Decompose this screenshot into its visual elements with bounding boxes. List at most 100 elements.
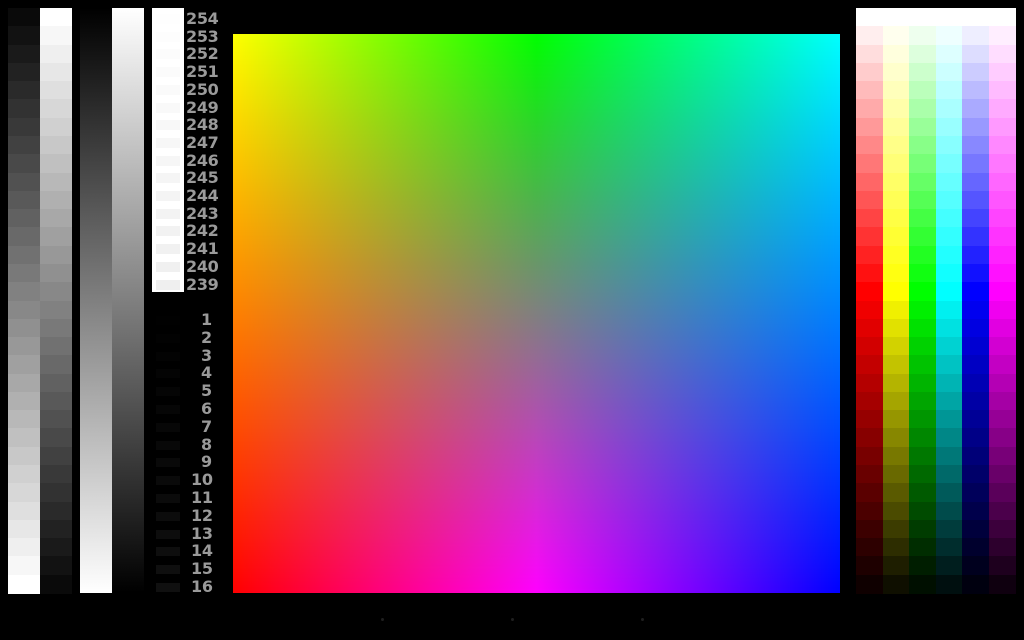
color-step <box>935 538 963 557</box>
color-step <box>962 99 989 119</box>
color-step <box>909 373 936 393</box>
gray-step <box>8 172 40 192</box>
gray-step <box>40 8 72 27</box>
color-step <box>909 26 936 46</box>
gray-step <box>40 446 72 466</box>
color-step <box>856 318 883 338</box>
color-step <box>909 519 936 539</box>
color-step <box>988 263 1016 283</box>
color-step <box>988 190 1016 210</box>
color-step <box>935 556 963 576</box>
near-black-swatch <box>156 405 180 414</box>
gray-step <box>40 44 72 64</box>
color-step <box>988 556 1016 576</box>
color-step <box>988 519 1016 539</box>
near-white-label: 244 <box>186 186 219 205</box>
color-step <box>988 574 1016 594</box>
color-gamut-gradient <box>233 34 840 593</box>
near-white-swatch <box>156 155 180 166</box>
color-step <box>882 318 910 338</box>
color-step <box>856 172 883 192</box>
gray-step <box>40 245 72 265</box>
color-step <box>962 465 989 484</box>
color-step <box>962 190 989 210</box>
color-step <box>882 227 910 247</box>
color-step <box>909 428 936 448</box>
color-step <box>856 44 883 64</box>
indicator-dot <box>381 618 384 621</box>
color-step <box>962 282 989 301</box>
color-step <box>909 501 936 521</box>
gray-step <box>8 355 40 375</box>
color-step <box>856 538 883 557</box>
gray-step <box>8 556 40 576</box>
color-step <box>988 483 1016 503</box>
color-step <box>882 154 910 174</box>
color-step <box>909 355 936 375</box>
color-step <box>962 245 989 265</box>
near-black-swatch <box>156 565 180 575</box>
color-step <box>856 446 883 466</box>
color-step <box>882 538 910 557</box>
color-step <box>909 318 936 338</box>
color-step <box>935 300 963 320</box>
color-step <box>988 227 1016 247</box>
color-step <box>962 154 989 174</box>
near-white-label: 247 <box>186 132 219 152</box>
color-step <box>962 62 989 82</box>
color-step <box>909 117 936 137</box>
gray-step <box>40 519 72 539</box>
gray-step <box>40 209 72 228</box>
color-step <box>882 81 910 100</box>
color-step <box>935 227 963 247</box>
color-step <box>935 99 963 119</box>
color-step <box>935 465 963 484</box>
color-step <box>856 135 883 155</box>
gray-step <box>8 519 40 539</box>
color-step <box>909 337 936 356</box>
color-step <box>962 391 989 411</box>
gray-step <box>8 99 40 119</box>
color-step <box>962 373 989 393</box>
color-step <box>988 446 1016 466</box>
color-step <box>856 62 883 82</box>
color-step <box>988 282 1016 301</box>
gray-step <box>8 300 40 320</box>
color-step <box>988 44 1016 64</box>
color-step <box>882 465 910 484</box>
color-step <box>988 538 1016 557</box>
color-step <box>909 81 936 100</box>
gray-step <box>8 62 40 82</box>
color-step <box>909 574 936 594</box>
gray-step <box>8 154 40 174</box>
color-step <box>856 227 883 247</box>
color-step <box>856 483 883 503</box>
color-step <box>935 501 963 521</box>
color-step <box>856 465 883 484</box>
color-step <box>935 446 963 466</box>
color-step <box>882 355 910 375</box>
color-step <box>988 465 1016 484</box>
color-step <box>962 519 989 539</box>
near-white-label: 240 <box>186 256 219 276</box>
color-step <box>856 245 883 265</box>
near-white-label: 241 <box>186 239 219 259</box>
near-white-label: 248 <box>186 115 219 135</box>
color-step <box>909 465 936 484</box>
near-white-swatch <box>156 102 180 113</box>
color-step <box>909 62 936 82</box>
color-step <box>935 154 963 174</box>
gray-step <box>40 282 72 301</box>
near-black-swatch <box>156 547 180 557</box>
gray-step <box>8 135 40 155</box>
color-step <box>856 81 883 100</box>
color-step <box>882 519 910 539</box>
color-step <box>909 154 936 174</box>
near-white-swatch <box>156 173 180 184</box>
color-step <box>935 44 963 64</box>
color-step <box>935 190 963 210</box>
color-step <box>962 446 989 466</box>
color-step <box>856 501 883 521</box>
color-step <box>988 209 1016 228</box>
color-step <box>856 355 883 375</box>
